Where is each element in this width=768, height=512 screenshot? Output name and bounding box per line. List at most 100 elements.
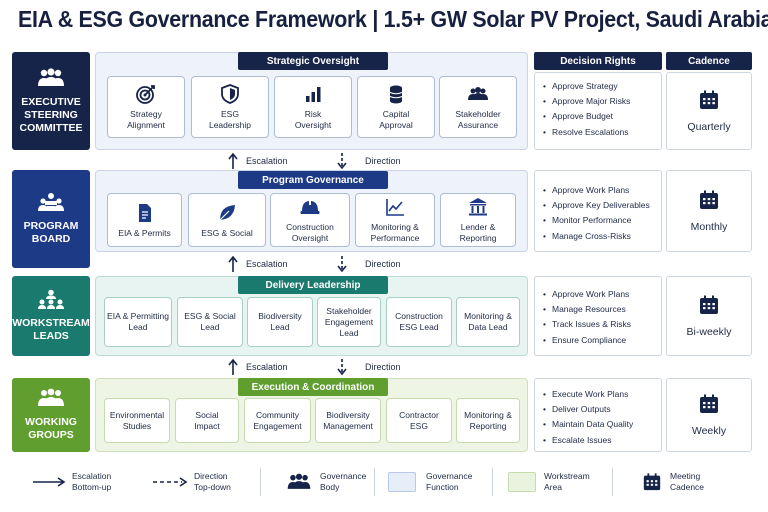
card-label: ESG & Social [201, 227, 253, 238]
cadence-value: Bi-weekly [686, 326, 732, 338]
legend-meeting-cadence: Meeting Cadence [642, 462, 704, 502]
card-label: Environmental Studies [109, 409, 165, 431]
card-monitoring-reporting: Monitoring & Reporting [456, 398, 520, 443]
card-label: ESG Leadership [208, 109, 252, 130]
escalation-arrow [228, 255, 238, 272]
legend-divider [612, 468, 613, 496]
card-monitoring-data-lead: Monitoring & Data Lead [456, 297, 520, 347]
calendar-icon [700, 90, 718, 109]
decision-right-item: Manage Cross-Risks [543, 229, 661, 244]
line-chart-icon [386, 199, 404, 216]
card-stakeholder-assurance: Stakeholder Assurance [439, 76, 517, 138]
decision-rights-program-board: Approve Work Plans Approve Key Deliverab… [534, 170, 662, 252]
tier-label-text: PROGRAM BOARD [23, 220, 79, 245]
hardhat-icon [300, 199, 320, 214]
card-label: Risk Oversight [294, 109, 332, 130]
decision-right-item: Approve Work Plans [543, 183, 661, 198]
card-eia-permitting-lead: EIA & Permitting Lead [104, 297, 172, 347]
target-icon [136, 85, 155, 104]
legend-label: Escalation Bottom-up [72, 471, 112, 492]
decision-rights-executive: Approve Strategy Approve Major Risks App… [534, 72, 662, 150]
decision-right-item: Approve Strategy [543, 79, 661, 94]
cadence-program-board: Monthly [666, 170, 752, 252]
card-construction-oversight: Construction Oversight [270, 193, 350, 247]
card-monitoring-performance: Monitoring & Performance [355, 193, 435, 247]
coins-icon [389, 85, 403, 104]
escalation-label: Escalation [246, 259, 288, 269]
legend-divider [260, 468, 261, 496]
legend-workstream-area: Workstream Area [508, 462, 590, 502]
decision-right-item: Track Issues & Risks [543, 317, 661, 332]
card-label: EIA & Permits [118, 227, 171, 238]
card-label: EIA & Permitting Lead [107, 311, 169, 332]
decision-right-item: Deliver Outputs [543, 402, 661, 417]
shield-icon [221, 84, 239, 104]
card-capital-approval: Capital Approval [357, 76, 435, 138]
escalation-label: Escalation [246, 362, 288, 372]
direction-label: Direction [365, 259, 401, 269]
card-biodiversity-management: Biodiversity Management [315, 398, 381, 443]
card-label: Stakeholder Engagement Lead [324, 305, 374, 338]
legend-label: Workstream Area [544, 471, 590, 492]
decision-rights-working-groups: Execute Work Plans Deliver Outputs Maint… [534, 378, 662, 452]
decision-right-item: Approve Major Risks [543, 94, 661, 109]
panel-title-execution-coordination: Execution & Coordination [238, 378, 388, 396]
tier-label-working-groups: WORKING GROUPS [12, 378, 90, 452]
hierarchy-icon [38, 289, 64, 309]
tier-label-text: WORKING GROUPS [25, 416, 77, 441]
group-icon [287, 473, 311, 489]
decision-rights-workstream-leads: Approve Work Plans Manage Resources Trac… [534, 276, 662, 356]
governance-function-swatch [388, 472, 416, 492]
tier-label-executive-steering-committee: EXECUTIVE STEERING COMMITTEE [12, 52, 90, 150]
panel-title-delivery-leadership: Delivery Leadership [238, 276, 388, 294]
bank-icon [469, 198, 487, 216]
page-title: EIA & ESG Governance Framework | 1.5+ GW… [18, 6, 768, 32]
card-eia-permits: EIA & Permits [107, 193, 182, 247]
decision-right-item: Monitor Performance [543, 213, 661, 228]
document-icon [138, 203, 151, 222]
decision-rights-header: Decision Rights [534, 52, 662, 70]
card-label: ESG & Social Lead [184, 311, 236, 332]
board-icon [38, 193, 64, 211]
legend-label: Meeting Cadence [670, 471, 705, 492]
direction-arrow [337, 153, 347, 170]
card-biodiversity-lead: Biodiversity Lead [247, 297, 313, 347]
direction-legend-arrow [153, 477, 188, 487]
group-icon [38, 67, 64, 86]
escalation-arrow [228, 152, 238, 169]
calendar-icon [700, 190, 718, 209]
workstream-area-swatch [508, 472, 536, 492]
escalation-arrow [228, 358, 238, 375]
legend-governance-function: Governance Function [388, 462, 472, 502]
legend-label: Governance Function [426, 471, 473, 492]
people-icon [468, 87, 488, 100]
cadence-workstream-leads: Bi-weekly [666, 276, 752, 356]
card-label: Construction Oversight [286, 222, 334, 243]
card-label: Monitoring & Data Lead [464, 311, 512, 332]
escalation-legend-arrow [33, 477, 66, 487]
card-label: Capital Approval [379, 109, 413, 130]
card-construction-esg-lead: Construction ESG Lead [386, 297, 452, 347]
card-label: Lender & Reporting [459, 222, 497, 243]
card-esg-leadership: ESG Leadership [191, 76, 269, 138]
card-label: Biodiversity Lead [258, 311, 302, 332]
decision-right-item: Approve Budget [543, 109, 661, 124]
card-label: Monitoring & Performance [370, 222, 420, 243]
direction-arrow [337, 359, 347, 376]
legend-divider [492, 468, 493, 496]
cadence-value: Monthly [690, 221, 728, 233]
card-label: Strategy Alignment [127, 109, 165, 130]
direction-label: Direction [365, 156, 401, 166]
decision-right-item: Manage Resources [543, 302, 661, 317]
cadence-header: Cadence [666, 52, 752, 70]
calendar-icon [643, 473, 661, 491]
card-label: Community Engagement [253, 409, 302, 431]
tier-label-workstream-leads: WORKSTREAM LEADS [12, 276, 90, 356]
card-risk-oversight: Risk Oversight [274, 76, 352, 138]
decision-right-item: Ensure Compliance [543, 333, 661, 348]
team-icon [38, 388, 64, 406]
decision-right-item: Escalate Issues [543, 433, 661, 448]
legend-divider [374, 468, 375, 496]
decision-right-item: Approve Key Deliverables [543, 198, 661, 213]
tier-label-text: EXECUTIVE STEERING COMMITTEE [19, 95, 83, 134]
